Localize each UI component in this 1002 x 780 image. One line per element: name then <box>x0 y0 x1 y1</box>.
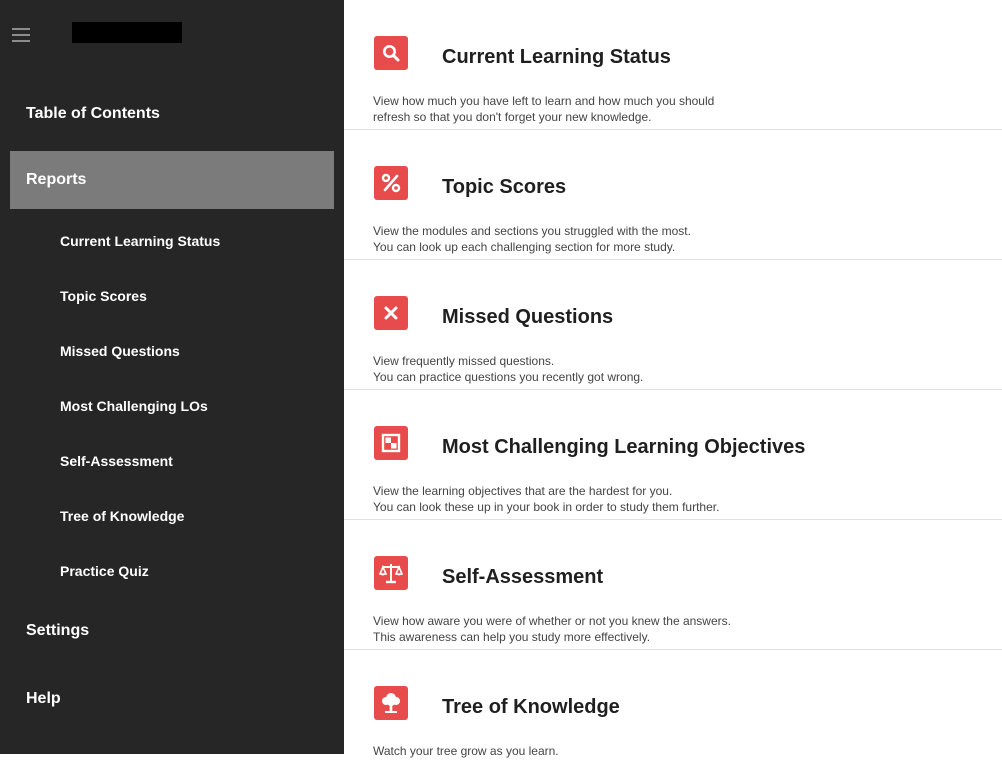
sidebar-subitem-most-challenging-los[interactable]: Most Challenging LOs <box>0 385 344 440</box>
sidebar-item-help[interactable]: Help <box>0 679 344 719</box>
hamburger-menu-icon[interactable] <box>12 26 34 44</box>
report-description: Watch your tree grow as you learn. <box>373 743 993 759</box>
report-description: View the learning objectives that are th… <box>373 483 993 515</box>
tree-icon <box>374 686 408 720</box>
report-card-missed-questions[interactable]: Missed Questions View frequently missed … <box>344 260 1002 390</box>
report-description: View frequently missed questions. You ca… <box>373 353 993 385</box>
report-title: Current Learning Status <box>442 46 671 68</box>
sidebar-topbar <box>0 0 344 70</box>
description-line: View the modules and sections you strugg… <box>373 224 691 238</box>
report-card-tree-of-knowledge[interactable]: Tree of Knowledge Watch your tree grow a… <box>344 650 1002 780</box>
description-line: Watch your tree grow as you learn. <box>373 744 559 758</box>
description-line: View how much you have left to learn and… <box>373 94 715 108</box>
description-line: This awareness can help you study more e… <box>373 630 651 644</box>
sidebar-item-reports[interactable]: Reports <box>10 151 334 209</box>
report-title: Most Challenging Learning Objectives <box>442 436 806 458</box>
sidebar-subitem-practice-quiz[interactable]: Practice Quiz <box>0 550 344 605</box>
report-title: Tree of Knowledge <box>442 696 620 718</box>
reports-subnav: Current Learning Status Topic Scores Mis… <box>0 220 344 605</box>
search-icon <box>374 36 408 70</box>
report-card-current-learning-status[interactable]: Current Learning Status View how much yo… <box>344 0 1002 130</box>
report-title: Self-Assessment <box>442 566 604 588</box>
percent-icon <box>374 166 408 200</box>
description-line: You can look up each challenging section… <box>373 240 676 254</box>
report-card-most-challenging-learning-objectives[interactable]: Most Challenging Learning Objectives Vie… <box>344 390 1002 520</box>
checker-icon <box>374 426 408 460</box>
scale-icon <box>374 556 408 590</box>
sidebar-subitem-tree-of-knowledge[interactable]: Tree of Knowledge <box>0 495 344 550</box>
description-line: You can practice questions you recently … <box>373 370 644 384</box>
sidebar-subitem-missed-questions[interactable]: Missed Questions <box>0 330 344 385</box>
sidebar-item-table-of-contents[interactable]: Table of Contents <box>0 94 344 134</box>
description-line: View how aware you were of whether or no… <box>373 614 731 628</box>
sidebar-item-settings[interactable]: Settings <box>0 611 344 651</box>
description-line: View the learning objectives that are th… <box>373 484 673 498</box>
sidebar-subitem-topic-scores[interactable]: Topic Scores <box>0 275 344 330</box>
description-line: View frequently missed questions. <box>373 354 555 368</box>
brand-logo <box>72 22 182 43</box>
description-line: refresh so that you don't forget your ne… <box>373 110 652 124</box>
report-card-self-assessment[interactable]: Self-Assessment View how aware you were … <box>344 520 1002 650</box>
report-card-topic-scores[interactable]: Topic Scores View the modules and sectio… <box>344 130 1002 260</box>
description-line: You can look these up in your book in or… <box>373 500 720 514</box>
sidebar: Table of Contents Reports Current Learni… <box>0 0 344 754</box>
close-icon <box>374 296 408 330</box>
report-title: Missed Questions <box>442 306 614 328</box>
report-description: View the modules and sections you strugg… <box>373 223 993 255</box>
report-description: View how much you have left to learn and… <box>373 93 993 125</box>
main-content: Current Learning Status View how much yo… <box>344 0 1002 758</box>
report-description: View how aware you were of whether or no… <box>373 613 993 645</box>
sidebar-subitem-self-assessment[interactable]: Self-Assessment <box>0 440 344 495</box>
sidebar-subitem-current-learning-status[interactable]: Current Learning Status <box>0 220 344 275</box>
report-title: Topic Scores <box>442 176 567 198</box>
